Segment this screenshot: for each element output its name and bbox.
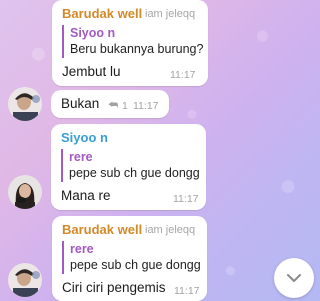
member-title: iam jeleqq: [145, 8, 196, 20]
message-bubble[interactable]: Bukan ⮪ 1 11:17: [51, 90, 169, 118]
message-text: Jembut lu: [62, 64, 121, 79]
message-time: 11:17: [173, 193, 199, 205]
message-time: 11:17: [170, 69, 196, 81]
sender-name[interactable]: Barudak well: [62, 222, 142, 237]
reply-quote-sender: rere: [69, 150, 93, 164]
avatar[interactable]: [8, 175, 42, 209]
message-bubble[interactable]: Siyoo n rere pepe sub ch gue dongg Mana …: [51, 124, 206, 210]
sender-name[interactable]: Barudak well: [62, 6, 142, 21]
reply-quote-sender: rere: [70, 242, 94, 256]
reply-arrow-icon: ⮪: [108, 99, 119, 111]
message-time: 11:17: [174, 285, 200, 297]
message-time: 11:17: [133, 100, 159, 112]
avatar[interactable]: [8, 87, 42, 121]
reply-quote[interactable]: rere pepe sub ch gue dongg: [62, 241, 201, 274]
sender-name[interactable]: Siyoo n: [61, 130, 108, 145]
reply-quote[interactable]: rere pepe sub ch gue dongg: [61, 149, 200, 182]
reply-quote-sender: Siyoo n: [70, 26, 116, 40]
avatar[interactable]: [8, 263, 42, 297]
member-title: iam jeleqq: [145, 224, 196, 236]
reply-quote[interactable]: Siyoo n Beru bukannya burung?: [62, 25, 203, 58]
message-text: Mana re: [61, 188, 111, 203]
reply-quote-text: pepe sub ch gue dongg: [70, 258, 201, 272]
chevron-down-icon: [287, 274, 301, 282]
scroll-to-bottom-button[interactable]: [274, 258, 314, 298]
message-text: Ciri ciri pengemis: [62, 280, 166, 295]
message-bubble[interactable]: Barudak well iam jeleqq Siyoo n Beru buk…: [52, 0, 208, 86]
reply-quote-text: pepe sub ch gue dongg: [69, 166, 200, 180]
reply-quote-text: Beru bukannya burung?: [70, 42, 204, 56]
message-text: Bukan: [61, 96, 100, 111]
message-bubble[interactable]: Barudak well iam jeleqq rere pepe sub ch…: [52, 216, 207, 301]
reply-count: 1: [122, 100, 128, 112]
